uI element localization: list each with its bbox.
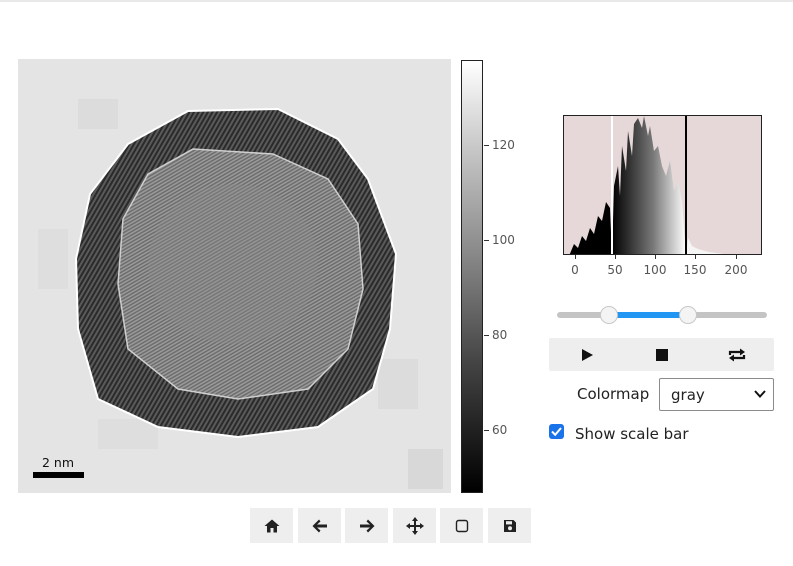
colorbar-tick-label: 100 — [492, 233, 515, 247]
histogram-tick-label: 100 — [643, 263, 667, 277]
home-icon — [264, 519, 279, 532]
histogram-tick — [695, 255, 696, 259]
nanoparticle-image — [38, 99, 443, 489]
histogram[interactable] — [563, 115, 762, 255]
micrograph-image[interactable]: 2 nm — [18, 59, 451, 493]
histogram-tick-label: 50 — [607, 263, 623, 277]
colorbar-tick-label: 120 — [492, 138, 515, 152]
pan-button[interactable] — [393, 508, 436, 543]
histogram-high-tail — [686, 238, 724, 254]
zoom-rect-icon — [455, 519, 468, 532]
histogram-low-tail — [569, 202, 612, 254]
range-slider-low-handle[interactable] — [600, 306, 618, 324]
histogram-tick — [736, 255, 737, 259]
back-arrow-icon — [312, 519, 327, 532]
colorbar-tick — [484, 430, 489, 431]
colormap-select[interactable]: gray — [659, 378, 774, 411]
range-slider-fill — [609, 312, 688, 318]
top-divider — [0, 0, 793, 2]
play-icon — [581, 348, 593, 361]
histogram-tick-label: 0 — [571, 263, 579, 277]
play-button[interactable] — [549, 338, 624, 371]
histogram-tick — [575, 255, 576, 259]
forward-button[interactable] — [345, 508, 388, 543]
scalebar-label: 2 nm — [42, 455, 75, 470]
histogram-tick — [655, 255, 656, 259]
stop-icon — [655, 348, 668, 361]
histogram-tick-label: 200 — [724, 263, 748, 277]
show-scale-bar-label: Show scale bar — [575, 425, 689, 443]
histogram-tick — [615, 255, 616, 259]
scalebar-line — [33, 472, 84, 478]
repeat-icon — [728, 348, 745, 361]
zoom-rect-button[interactable] — [440, 508, 483, 543]
forward-arrow-icon — [359, 519, 374, 532]
save-icon — [503, 519, 516, 532]
animation-player — [549, 338, 774, 371]
histogram-body — [612, 116, 686, 254]
repeat-button[interactable] — [699, 338, 774, 371]
colorbar-tick-label: 80 — [492, 328, 508, 342]
colorbar-tick — [484, 240, 489, 241]
colorbar-tick — [484, 335, 489, 336]
histogram-tick-label: 150 — [683, 263, 707, 277]
back-button[interactable] — [298, 508, 341, 543]
home-button[interactable] — [250, 508, 293, 543]
show-scale-bar-checkbox[interactable] — [549, 424, 564, 439]
chevron-down-icon — [754, 390, 766, 398]
save-button[interactable] — [488, 508, 531, 543]
stop-button[interactable] — [624, 338, 699, 371]
colorbar-tick — [484, 145, 489, 146]
checkmark-icon — [551, 427, 562, 437]
pan-icon — [405, 516, 424, 535]
colorbar — [461, 60, 483, 493]
range-slider-high-handle[interactable] — [679, 306, 697, 324]
colormap-label: Colormap — [577, 385, 650, 403]
colorbar-tick-label: 60 — [492, 423, 508, 437]
colormap-selected-value: gray — [671, 386, 705, 404]
